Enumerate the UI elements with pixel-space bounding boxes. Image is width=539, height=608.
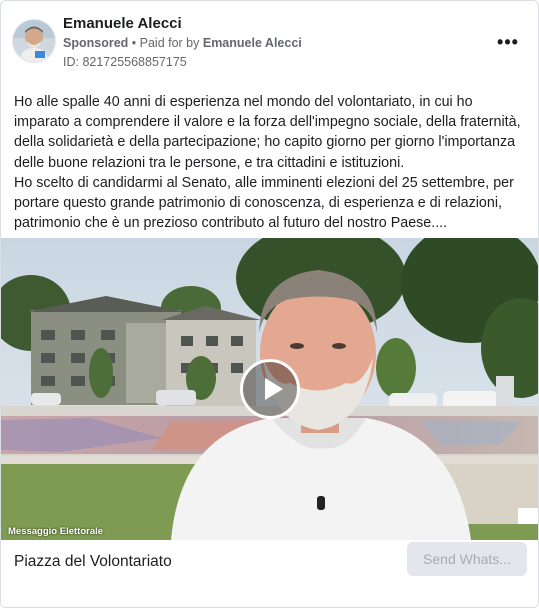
post-header: Emanuele Alecci Sponsored • Paid for by … <box>1 1 538 79</box>
send-whatsapp-button[interactable]: Send Whats... <box>407 542 527 576</box>
ad-id: ID: 821725568857175 <box>63 55 187 69</box>
election-message-watermark: Messaggio Elettorale <box>8 526 104 537</box>
more-options-button[interactable]: ••• <box>491 29 525 55</box>
link-footer: Piazza del Volontariato Send Whats... <box>1 540 538 607</box>
more-horizontal-icon: ••• <box>497 31 519 52</box>
ad-card: Emanuele Alecci Sponsored • Paid for by … <box>0 0 539 608</box>
payer-name[interactable]: Emanuele Alecci <box>203 36 302 50</box>
sponsor-line: Sponsored • Paid for by Emanuele Alecci <box>63 36 302 50</box>
link-title[interactable]: Piazza del Volontariato <box>14 553 172 571</box>
page-name[interactable]: Emanuele Alecci <box>63 15 182 32</box>
page-avatar[interactable] <box>13 20 55 62</box>
meta-separator: • <box>128 36 140 50</box>
play-icon <box>265 378 283 400</box>
avatar-image <box>13 20 55 62</box>
body-paragraph: Ho scelto di candidarmi al Senato, alle … <box>14 174 514 232</box>
sponsored-label: Sponsored <box>63 36 129 50</box>
post-body-text: Ho alle spalle 40 anni di esperienza nel… <box>14 92 526 233</box>
play-button[interactable] <box>240 359 300 419</box>
paid-for-prefix: Paid for by <box>139 36 203 50</box>
video-player[interactable]: Messaggio Elettorale <box>1 238 538 540</box>
body-paragraph: Ho alle spalle 40 anni di esperienza nel… <box>14 94 521 171</box>
